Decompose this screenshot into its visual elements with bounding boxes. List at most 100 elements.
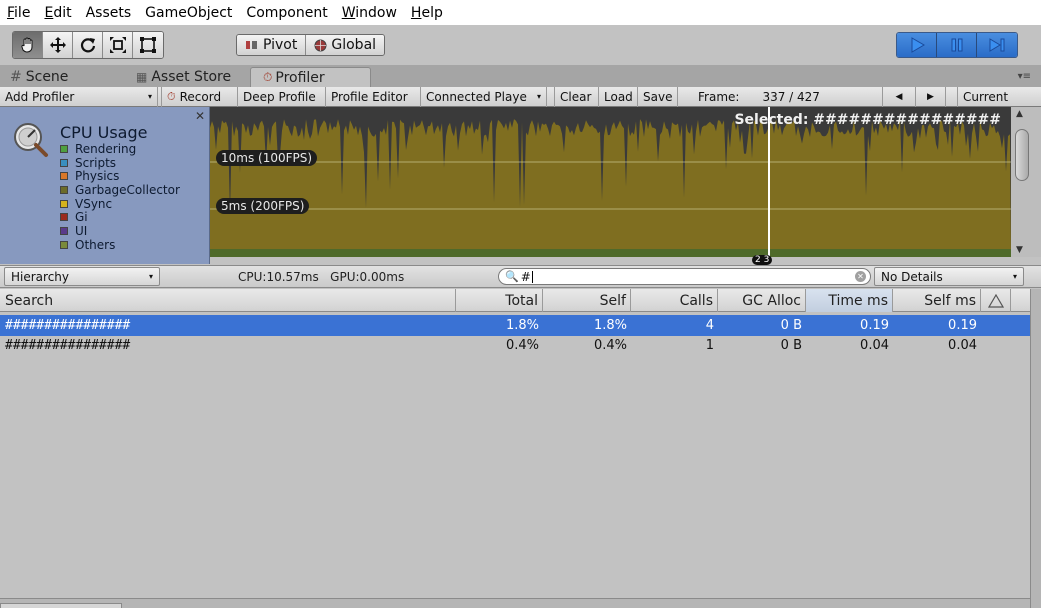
column-header-search[interactable]: Search [0,289,456,312]
row-name: ################ [5,338,131,353]
hand-icon [20,37,32,53]
menu-bar: File Edit Assets GameObject Component Wi… [0,0,1041,25]
cpu-area-series [210,119,1011,257]
legend-swatch [60,199,68,208]
profile-editor-toggle[interactable]: Profile Editor [326,86,421,107]
legend-item[interactable]: VSync [60,197,180,211]
table-row[interactable]: ################ 0.4% 0.4% 1 0 B 0.04 0.… [0,335,1030,356]
legend-item[interactable]: Physics [60,169,180,183]
scrollbar-thumb[interactable] [1015,129,1029,181]
grid-icon: # [10,69,22,85]
pivot-button[interactable]: Pivot [237,35,307,55]
view-mode-dropdown[interactable]: Hierarchy ▾ [4,267,160,286]
menu-help[interactable]: Help [411,5,443,21]
scroll-up-icon[interactable]: ▲ [1016,109,1023,119]
column-header-calls[interactable]: Calls [631,289,718,312]
transform-tools [12,31,164,59]
window-tabs: # Scene ▦ Asset Store ⏱ Profiler ▾≡ [0,65,1041,87]
toolbar-spacer [547,86,555,107]
hand-tool-button[interactable] [13,32,43,58]
legend-item[interactable]: GarbageCollector [60,183,180,197]
status-bar [0,598,1030,608]
cpu-usage-graph[interactable]: 10ms (100FPS) 5ms (200FPS) Selected: ###… [210,107,1011,257]
tab-scene[interactable]: # Scene [10,67,68,87]
menu-assets[interactable]: Assets [86,5,132,21]
clear-button[interactable]: Clear [555,86,599,107]
move-tool-button[interactable] [43,32,73,58]
menu-window[interactable]: Window [342,5,397,21]
scroll-down-icon[interactable]: ▼ [1016,245,1023,255]
menu-edit[interactable]: Edit [44,5,71,21]
bottom-tab[interactable] [0,603,122,608]
row-name: ################ [5,318,131,333]
tab-menu-icon[interactable]: ▾≡ [1018,71,1031,82]
row-total: 1.8% [505,318,539,333]
column-header-gc-alloc[interactable]: GC Alloc [718,289,806,312]
pivot-global-toggle: Pivot Global [236,34,386,56]
column-header-total[interactable]: Total [456,289,543,312]
cpu-chart-area: CPU Usage ✕ Rendering Scripts Physics Garba… [0,107,1041,265]
step-icon [989,38,1005,52]
column-header-time-ms[interactable]: Time ms [806,289,893,312]
play-button[interactable] [897,33,937,57]
main-toolbar: Pivot Global [0,25,1041,65]
column-header-self-ms[interactable]: Self ms [893,289,981,312]
cpu-gauge-icon [14,123,48,157]
save-button[interactable]: Save [638,86,678,107]
current-frame-button[interactable]: Current [958,87,1016,107]
legend-item[interactable]: UI [60,224,180,238]
fps-label-100: 10ms (100FPS) [216,150,318,166]
rect-tool-button[interactable] [133,32,163,58]
row-self: 1.8% [593,318,627,333]
step-button[interactable] [977,33,1017,57]
profiler-table-header: Search Total Self Calls GC Alloc Time ms… [0,289,1030,312]
scale-icon [109,37,126,53]
search-icon: 🔍 [505,270,519,283]
prev-frame-button[interactable]: ◀ [882,86,916,107]
legend-item[interactable]: Rendering [60,142,180,156]
warning-column-header[interactable] [981,289,1011,312]
menu-component[interactable]: Component [246,5,327,21]
column-header-self[interactable]: Self [543,289,631,312]
rect-icon [140,37,156,53]
pause-button[interactable] [937,33,977,57]
row-self-ms: 0.19 [948,318,977,333]
close-icon[interactable]: ✕ [195,109,205,123]
rotate-tool-button[interactable] [73,32,103,58]
next-frame-button[interactable]: ▶ [916,86,946,107]
details-dropdown[interactable]: No Details ▾ [874,267,1024,286]
legend-label: Others [75,237,116,252]
cpu-usage-panel[interactable]: CPU Usage ✕ Rendering Scripts Physics Garba… [0,107,210,264]
legend-item[interactable]: Scripts [60,156,180,170]
profiler-table-body: ################ 1.8% 1.8% 4 0 B 0.19 0.… [0,312,1030,598]
connected-player-dropdown[interactable]: Connected Playe ▾ [421,86,547,107]
legend-item[interactable]: Gi [60,210,180,224]
add-profiler-dropdown[interactable]: Add Profiler ▾ [0,86,158,107]
chevron-right-icon: ▶ [927,91,934,102]
tab-profiler[interactable]: ⏱ Profiler [250,67,371,87]
pause-icon [951,38,962,52]
scale-tool-button[interactable] [103,32,133,58]
load-button[interactable]: Load [599,86,638,107]
cpu-graph-svg [210,107,1011,257]
row-self-ms: 0.04 [948,338,977,353]
global-button[interactable]: Global [306,35,385,55]
globe-icon [314,39,327,51]
dropdown-arrow-icon: ▾ [148,272,153,281]
deep-profile-toggle[interactable]: Deep Profile [238,86,326,107]
tab-asset-store[interactable]: ▦ Asset Store [136,67,231,87]
record-icon: ⏱ [167,89,176,103]
search-input[interactable]: 🔍 # ✕ [498,268,871,285]
legend-swatch [60,185,68,194]
legend-label: Scripts [75,155,117,170]
legend-item[interactable]: Others [60,238,180,252]
record-toggle[interactable]: ⏱ Record [162,86,238,107]
fps-label-200: 5ms (200FPS) [216,198,310,214]
menu-gameobject[interactable]: GameObject [145,5,232,21]
row-time-ms: 0.19 [860,318,889,333]
table-scrollbar-track[interactable] [1030,289,1041,608]
table-row[interactable]: ################ 1.8% 1.8% 4 0 B 0.19 0.… [0,315,1030,336]
clear-search-icon[interactable]: ✕ [855,271,866,282]
chart-scrollbar[interactable]: ▲ ▼ [1011,107,1041,257]
menu-file[interactable]: File [7,5,30,21]
